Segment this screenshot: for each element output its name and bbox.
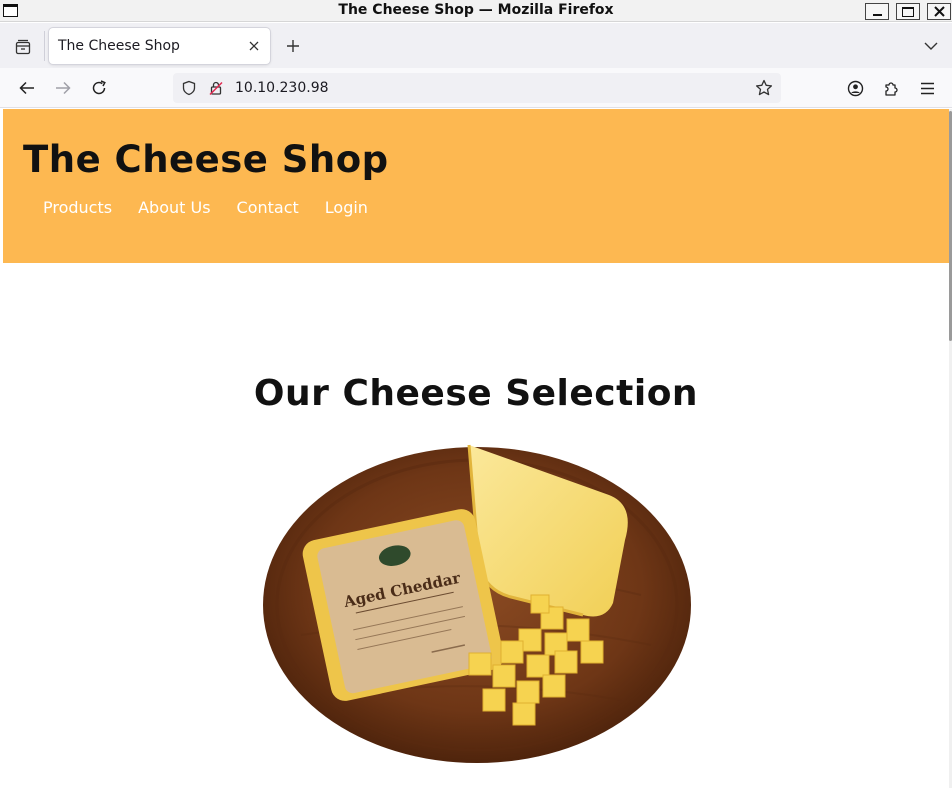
nav-link-products[interactable]: Products: [43, 198, 112, 217]
maximize-button[interactable]: [896, 3, 920, 20]
list-all-tabs-button[interactable]: [920, 34, 942, 58]
tab-label: The Cheese Shop: [58, 38, 180, 54]
close-icon: [249, 41, 259, 51]
arrow-right-icon: [56, 81, 71, 95]
nav-link-about-us[interactable]: About Us: [138, 198, 210, 217]
reload-button[interactable]: [87, 76, 111, 100]
account-button[interactable]: [843, 76, 867, 100]
lock-slash-icon[interactable]: [208, 80, 224, 100]
close-tab-button[interactable]: [246, 38, 262, 54]
maximize-icon: [902, 6, 914, 17]
app-menu-button[interactable]: [915, 76, 939, 100]
nav-link-login[interactable]: Login: [325, 198, 368, 217]
tab-strip: The Cheese Shop: [0, 23, 952, 68]
back-button[interactable]: [15, 76, 39, 100]
site-title: The Cheese Shop: [23, 138, 389, 181]
new-tab-button[interactable]: [281, 34, 305, 58]
hamburger-icon: [920, 82, 934, 94]
account-icon: [847, 80, 863, 96]
tab-divider: [44, 31, 45, 61]
nav-link-contact[interactable]: Contact: [237, 198, 299, 217]
forward-button[interactable]: [51, 76, 75, 100]
section-title: Our Cheese Selection: [253, 373, 699, 414]
address-bar[interactable]: 10.10.230.98: [173, 73, 781, 103]
star-icon[interactable]: [755, 79, 773, 101]
extensions-button[interactable]: [879, 76, 903, 100]
url-text[interactable]: 10.10.230.98: [235, 80, 329, 96]
navigation-toolbar: 10.10.230.98: [0, 68, 952, 108]
window-title: The Cheese Shop — Mozilla Firefox: [338, 2, 614, 18]
plus-icon: [287, 40, 299, 52]
tab-list-icon: [15, 39, 31, 55]
close-window-button[interactable]: [927, 3, 951, 20]
site-header: The Cheese Shop Products About Us Contac…: [3, 109, 949, 263]
minimize-button[interactable]: [865, 3, 889, 20]
tab-list-button[interactable]: [9, 34, 37, 60]
site-nav: Products About Us Contact Login: [43, 198, 394, 217]
minimize-icon: [872, 14, 882, 16]
reload-icon: [92, 80, 106, 95]
shield-icon[interactable]: [181, 80, 197, 100]
puzzle-icon: [884, 81, 898, 96]
chevron-down-icon: [924, 42, 938, 50]
window-titlebar: The Cheese Shop — Mozilla Firefox: [0, 0, 952, 22]
product-image: Aged Cheddar: [263, 444, 691, 763]
close-icon: [933, 6, 945, 17]
tab-the-cheese-shop[interactable]: The Cheese Shop: [49, 28, 270, 64]
arrow-left-icon: [19, 81, 34, 95]
page-viewport: The Cheese Shop Products About Us Contac…: [3, 109, 949, 788]
